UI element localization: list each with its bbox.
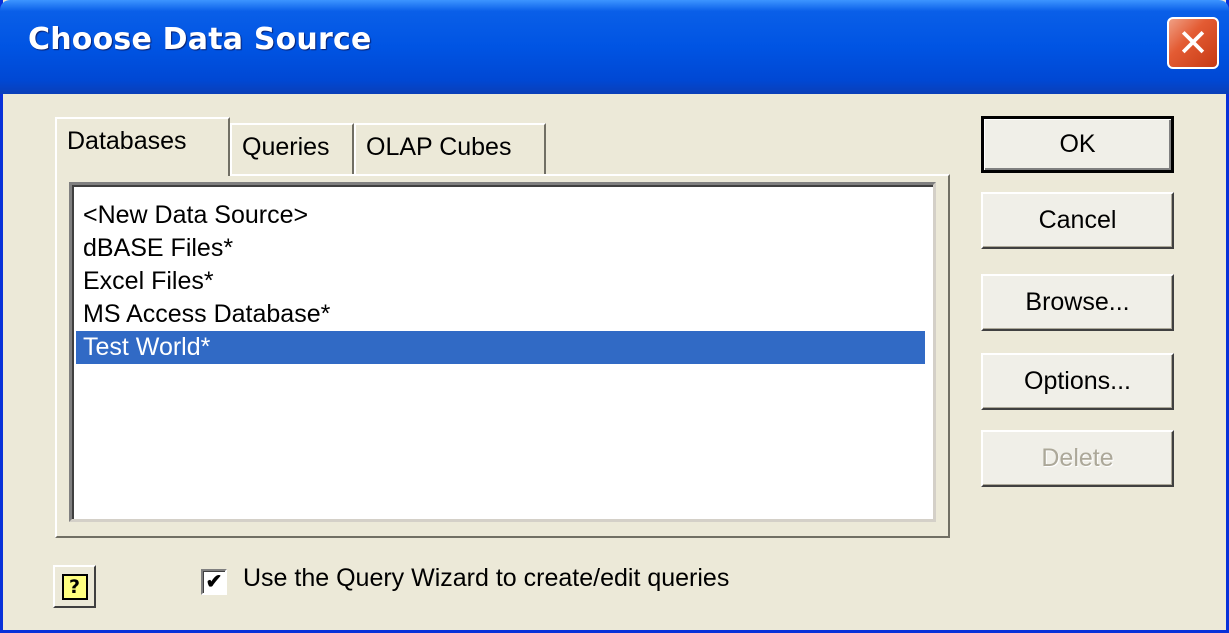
help-icon: ? <box>61 573 88 600</box>
list-item[interactable]: dBASE Files* <box>76 232 925 265</box>
options-button[interactable]: Options... <box>981 353 1174 410</box>
list-item-selected[interactable]: Test World* <box>76 331 925 364</box>
close-button[interactable]: ✕ <box>1167 17 1219 69</box>
choose-data-source-dialog: Choose Data Source ✕ Databases Queries O… <box>0 0 1229 633</box>
data-source-list[interactable]: <New Data Source> dBASE Files* Excel Fil… <box>69 182 936 522</box>
cancel-button[interactable]: Cancel <box>981 192 1174 249</box>
browse-button[interactable]: Browse... <box>981 274 1174 331</box>
list-item[interactable]: <New Data Source> <box>76 199 925 232</box>
help-button[interactable]: ? <box>53 565 96 608</box>
title-bar[interactable]: Choose Data Source ✕ <box>0 0 1229 94</box>
tab-databases[interactable]: Databases <box>55 117 230 176</box>
delete-button: Delete <box>981 430 1174 487</box>
query-wizard-label[interactable]: Use the Query Wizard to create/edit quer… <box>243 564 729 593</box>
ok-button[interactable]: OK <box>981 116 1174 173</box>
close-icon: ✕ <box>1177 21 1209 65</box>
tab-queries[interactable]: Queries <box>230 123 354 175</box>
tab-olap-cubes[interactable]: OLAP Cubes <box>354 123 546 175</box>
list-item[interactable]: Excel Files* <box>76 265 925 298</box>
query-wizard-checkbox[interactable]: ✔ <box>201 569 227 595</box>
window-title: Choose Data Source <box>28 22 372 57</box>
list-item[interactable]: MS Access Database* <box>76 298 925 331</box>
